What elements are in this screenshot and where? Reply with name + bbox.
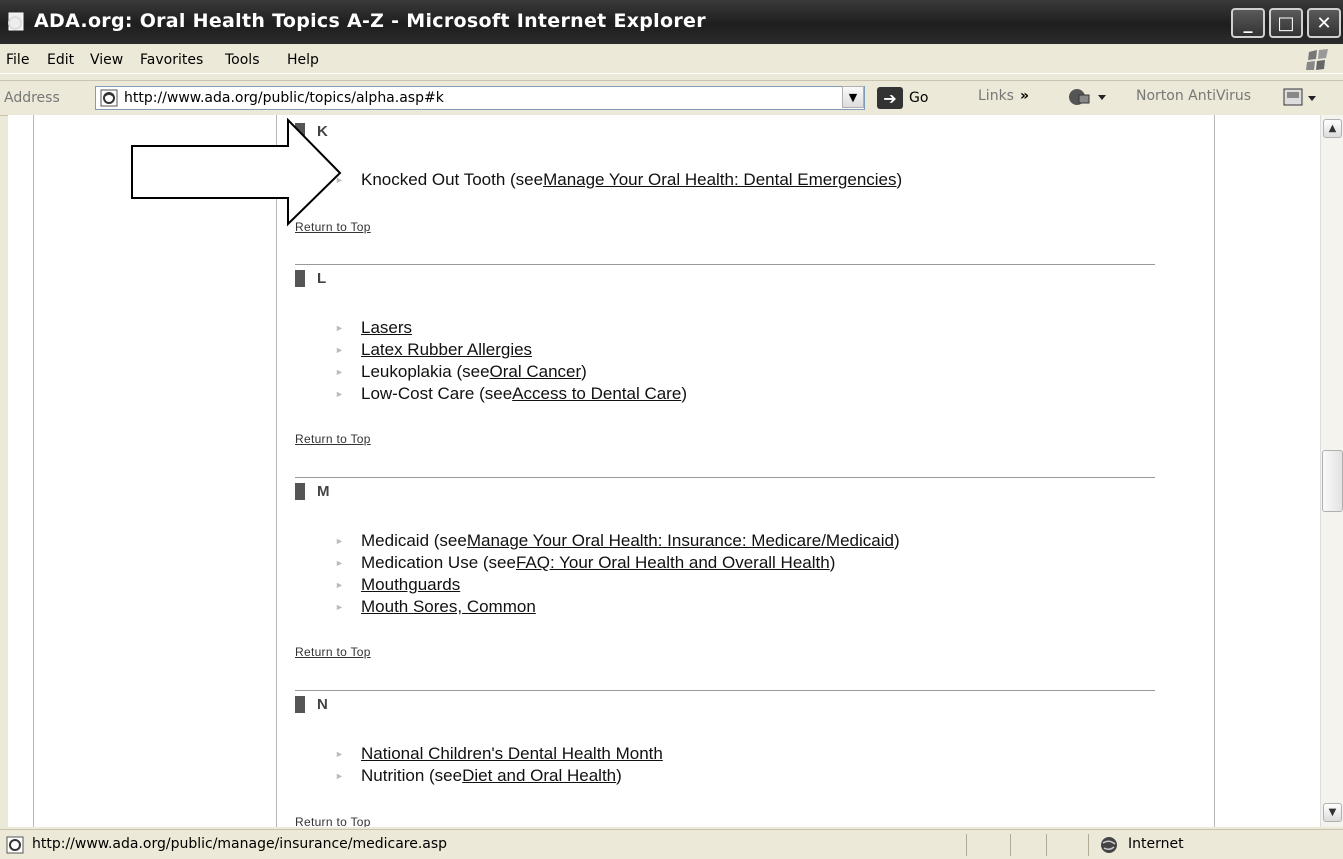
section-divider [295, 264, 1155, 265]
menu-view[interactable]: View [90, 52, 123, 68]
list-item: ► Knocked Out Tooth (see Manage Your Ora… [335, 170, 903, 190]
address-dropdown-icon[interactable]: ▼ [842, 86, 864, 108]
letter-marker-icon [295, 269, 305, 287]
links-label: Links [978, 88, 1014, 104]
scroll-thumb[interactable] [1322, 450, 1343, 512]
bullet-icon: ► [335, 345, 344, 355]
norton-label[interactable]: Norton AntiVirus [1136, 88, 1251, 104]
menu-tools[interactable]: Tools [225, 52, 260, 68]
list-item: ► Mouth Sores, Common [335, 596, 900, 618]
title-bar[interactable]: ADA.org: Oral Health Topics A-Z - Micros… [0, 0, 1343, 44]
bullet-icon: ► [335, 323, 344, 333]
status-divider [1046, 834, 1047, 856]
norton-icon[interactable] [1282, 86, 1318, 110]
letter-marker-icon [295, 695, 305, 713]
menu-help[interactable]: Help [287, 52, 319, 68]
topic-link[interactable]: Mouth Sores, Common [361, 597, 536, 617]
vertical-scrollbar[interactable]: ▲ ▼ [1320, 115, 1343, 827]
status-divider [1010, 834, 1011, 856]
return-to-top-link[interactable]: Return to Top [295, 815, 371, 827]
address-input[interactable]: http://www.ada.org/public/topics/alpha.a… [95, 86, 865, 110]
bullet-icon: ► [335, 602, 344, 612]
status-divider [966, 834, 967, 856]
topic-link[interactable]: Manage Your Oral Health: Dental Emergenc… [543, 170, 896, 190]
topic-link[interactable]: FAQ: Your Oral Health and Overall Health [516, 553, 830, 573]
section-divider [295, 690, 1155, 691]
topic-link[interactable]: Oral Cancer [490, 362, 582, 382]
windows-logo-icon [1306, 49, 1328, 70]
letter-marker-icon [295, 482, 305, 500]
page-border-left [33, 115, 34, 827]
ie-icon [100, 89, 118, 107]
menu-file[interactable]: File [6, 52, 29, 68]
topic-link[interactable]: Access to Dental Care [512, 384, 681, 404]
topic-link[interactable]: Latex Rubber Allergies [361, 340, 532, 360]
annotation-arrow-icon [131, 118, 342, 227]
list-item: ► Nutrition (see Diet and Oral Health) [335, 766, 622, 786]
ie-page-icon [8, 12, 24, 31]
list-item: ► Lasers [335, 317, 687, 339]
scroll-up-icon[interactable]: ▲ [1323, 119, 1342, 138]
links-toolbar[interactable]: Links » [978, 88, 1029, 104]
bullet-icon: ► [335, 389, 344, 399]
go-button[interactable]: ➔ Go [877, 86, 928, 110]
security-zone-label: Internet [1128, 836, 1184, 852]
go-arrow-icon: ➔ [877, 87, 903, 109]
list-item: ► Medication Use (see FAQ: Your Oral Heal… [335, 553, 836, 573]
topic-link[interactable]: National Children's Dental Health Month [361, 744, 663, 764]
topic-link[interactable]: Manage Your Oral Health: Insurance: Medi… [467, 531, 894, 551]
section-letter: L [317, 269, 327, 287]
maximize-button[interactable]: □ [1269, 8, 1303, 38]
bullet-icon: ► [335, 558, 344, 568]
list-item: ► Leukoplakia (see Oral Cancer) [335, 362, 587, 382]
status-bar: http://www.ada.org/public/manage/insuran… [0, 829, 1343, 859]
topic-link[interactable]: Mouthguards [361, 575, 460, 595]
list-item: ► National Children's Dental Health Month [335, 743, 663, 765]
window-title: ADA.org: Oral Health Topics A-Z - Micros… [34, 10, 706, 32]
address-label: Address [4, 90, 60, 106]
links-chevron-icon: » [1019, 88, 1030, 104]
toolbar-translate-icon[interactable] [1066, 86, 1110, 108]
status-text: http://www.ada.org/public/manage/insuran… [32, 836, 448, 852]
bullet-icon: ► [335, 771, 344, 781]
bullet-icon: ► [335, 749, 344, 759]
bullet-icon: ► [335, 580, 344, 590]
list-item: ► Latex Rubber Allergies [335, 339, 687, 361]
status-divider [1088, 834, 1089, 856]
bullet-icon: ► [335, 536, 344, 546]
address-url: http://www.ada.org/public/topics/alpha.a… [124, 90, 444, 106]
minimize-button[interactable]: _ [1231, 8, 1265, 38]
list-item: ► Mouthguards [335, 574, 900, 596]
menu-edit[interactable]: Edit [47, 52, 74, 68]
go-label: Go [909, 90, 929, 106]
list-item: ► Medicaid (see Manage Your Oral Health: … [335, 531, 900, 551]
section-divider [295, 477, 1155, 478]
menu-bar: File Edit View Favorites Tools Help [0, 45, 1343, 74]
internet-zone-icon [1101, 837, 1117, 853]
page-border-right [1214, 115, 1215, 827]
list-item: ► Low-Cost Care (see Access to Dental Car… [335, 384, 687, 404]
menu-favorites[interactable]: Favorites [140, 52, 203, 68]
browser-window: ADA.org: Oral Health Topics A-Z - Micros… [0, 0, 1343, 859]
topic-link[interactable]: Lasers [361, 318, 412, 338]
return-to-top-link[interactable]: Return to Top [295, 645, 371, 659]
topic-link[interactable]: Diet and Oral Health [462, 766, 616, 786]
section-letter: N [317, 695, 328, 713]
scroll-down-icon[interactable]: ▼ [1323, 803, 1342, 822]
return-to-top-link[interactable]: Return to Top [295, 432, 371, 446]
page-icon [6, 836, 24, 854]
bullet-icon: ► [335, 367, 344, 377]
close-button[interactable]: ✕ [1307, 8, 1341, 38]
section-letter: M [317, 482, 330, 500]
